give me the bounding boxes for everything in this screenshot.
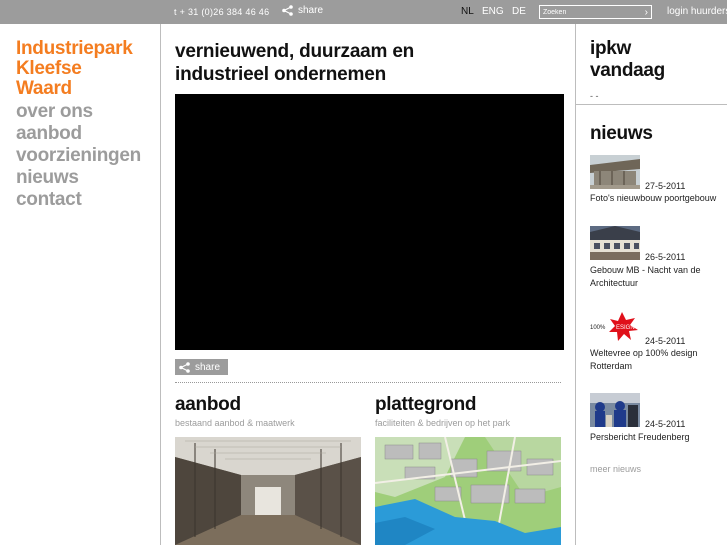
news-text: Foto's nieuwbouw poortgebouw	[590, 193, 717, 203]
ipkw-today-content: - -	[590, 91, 599, 101]
plattegrond-title[interactable]: plattegrond	[375, 394, 477, 416]
nav-item-voorzieningen[interactable]: voorzieningen	[16, 145, 141, 167]
ipkw-today-title: ipkw vandaag	[590, 38, 665, 82]
share-button[interactable]: share	[175, 359, 228, 375]
left-divider	[160, 24, 161, 545]
search-submit-icon[interactable]: ›	[645, 7, 648, 18]
dotted-divider	[175, 382, 561, 383]
news-date: 26-5-2011	[645, 252, 686, 262]
headline-line: industrieel ondernemen	[175, 64, 386, 85]
plattegrond-subtitle: faciliteiten & bedrijven op het park	[375, 418, 511, 428]
news-date: 24-5-2011	[645, 419, 686, 429]
svg-text:ESIGN: ESIGN	[616, 325, 635, 331]
video-player[interactable]	[175, 94, 564, 350]
aanbod-title[interactable]: aanbod	[175, 394, 241, 416]
news-text: Architectuur	[590, 278, 639, 288]
phone-number: t + 31 (0)26 384 46 46	[174, 7, 270, 17]
news-text: Persbericht Freudenberg	[590, 432, 690, 442]
nav-item-nieuws[interactable]: nieuws	[16, 167, 141, 189]
news-thumbnail	[590, 393, 640, 427]
news-item[interactable]: 24-5-2011 Persbericht Freudenberg	[590, 393, 727, 445]
news-title: nieuws	[590, 123, 653, 144]
logo-line: Kleefse	[16, 58, 82, 79]
language-nl[interactable]: NL	[461, 6, 474, 17]
share-icon	[179, 361, 190, 373]
ipkw-today-line: vandaag	[590, 60, 665, 81]
news-thumbnail	[590, 226, 640, 260]
aanbod-image[interactable]	[175, 437, 361, 545]
logo-line: Waard	[16, 78, 72, 99]
plattegrond-map[interactable]	[375, 437, 561, 545]
news-text: Weltevree op 100% design	[590, 348, 698, 358]
site-logo[interactable]: Industriepark Kleefse Waard	[16, 38, 133, 99]
right-separator	[576, 104, 727, 105]
news-item[interactable]: 27-5-2011 Foto's nieuwbouw poortgebouw	[590, 155, 727, 205]
news-date: 24-5-2011	[645, 336, 686, 346]
news-item[interactable]: 26-5-2011 Gebouw MB - Nacht van de Archi…	[590, 226, 727, 290]
top-share-button[interactable]: share	[282, 5, 323, 16]
news-text: Gebouw MB - Nacht van de	[590, 265, 701, 275]
more-news-link[interactable]: meer nieuws	[590, 464, 641, 474]
search-box: ›	[539, 5, 652, 19]
nav-item-aanbod[interactable]: aanbod	[16, 123, 141, 145]
news-thumbnail	[590, 155, 640, 189]
top-bar: t + 31 (0)26 384 46 46 share NL ENG DE ›…	[0, 0, 727, 24]
headline-line: vernieuwend, duurzaam en	[175, 41, 415, 62]
news-thumbnail: 100% ESIGN	[590, 310, 640, 344]
news-date: 27-5-2011	[645, 181, 686, 191]
news-item[interactable]: 100% ESIGN 24-5-2011 Weltevree op 100% d…	[590, 310, 727, 374]
ipkw-today-line: ipkw	[590, 38, 632, 59]
share-icon	[282, 5, 293, 16]
language-de[interactable]: DE	[512, 6, 526, 17]
news-text: Rotterdam	[590, 361, 633, 371]
nav-item-contact[interactable]: contact	[16, 189, 141, 211]
logo-line: Industriepark	[16, 38, 133, 59]
main-nav: over ons aanbod voorzieningen nieuws con…	[16, 101, 141, 211]
top-share-label: share	[298, 5, 324, 16]
share-button-label: share	[195, 361, 221, 373]
nav-item-over-ons[interactable]: over ons	[16, 101, 141, 123]
language-eng[interactable]: ENG	[482, 6, 504, 17]
aanbod-subtitle: bestaand aanbod & maatwerk	[175, 418, 295, 428]
svg-text:100%: 100%	[590, 325, 606, 331]
page-headline: vernieuwend, duurzaam en industrieel ond…	[175, 40, 565, 86]
login-link[interactable]: login huurders	[667, 6, 727, 17]
search-input[interactable]	[543, 7, 639, 18]
right-divider	[575, 24, 576, 545]
